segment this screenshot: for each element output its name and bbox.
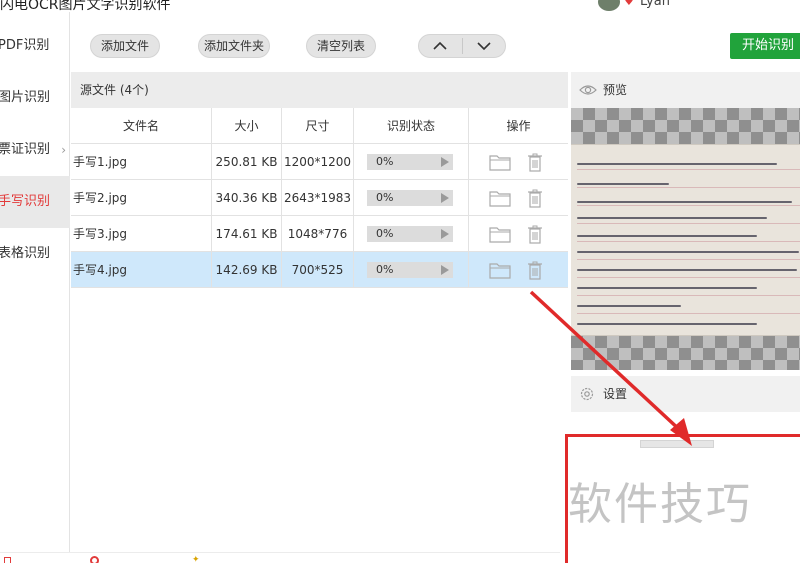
actions-cell [469, 252, 568, 288]
app-title: 闪电OCR图片文字识别软件 [0, 0, 171, 12]
sidebar-item-label: 表格识别 [0, 246, 51, 261]
start-recognition-button[interactable]: 开始识别 [730, 33, 800, 59]
sidebar-item-pdf[interactable]: PDF识别 [0, 20, 70, 72]
trash-icon[interactable] [527, 153, 543, 172]
table-row-selected[interactable]: 手写4.jpg 142.69 KB 700*525 0% [71, 252, 568, 288]
file-size: 174.61 KB [212, 216, 282, 252]
sidebar-item-label: 手写识别 [0, 194, 51, 209]
move-buttons [418, 34, 506, 58]
trash-icon[interactable] [527, 189, 543, 208]
sidebar-item-image[interactable]: 图片识别 [0, 72, 70, 124]
file-dimensions: 700*525 [282, 252, 354, 288]
sidebar-item-table[interactable]: 表格识别 [0, 228, 70, 280]
eye-icon [579, 85, 597, 95]
preview-label: 预览 [603, 83, 628, 97]
actions-cell [469, 180, 568, 216]
status-cell: 0% [354, 144, 469, 180]
file-size: 142.69 KB [212, 252, 282, 288]
file-count-header: 源文件 (4个) [71, 72, 568, 108]
heart-icon: ♥ [624, 0, 634, 8]
status-cell: 0% [354, 252, 469, 288]
play-icon[interactable] [441, 157, 449, 167]
file-name: 手写4.jpg [71, 252, 212, 288]
circle-icon[interactable] [90, 556, 99, 563]
column-header-dimensions: 尺寸 [282, 108, 354, 144]
progress-text: 0% [376, 263, 394, 276]
column-header-actions: 操作 [469, 108, 568, 144]
actions-cell [469, 216, 568, 252]
avatar[interactable] [598, 0, 620, 11]
sidebar-item-label: 图片识别 [0, 90, 51, 105]
handwriting-image [571, 144, 800, 336]
table-row[interactable]: 手写2.jpg 340.36 KB 2643*1983 0% [71, 180, 568, 216]
table-row[interactable]: 手写1.jpg 250.81 KB 1200*1200 0% [71, 144, 568, 180]
file-dimensions: 1048*776 [282, 216, 354, 252]
settings-header[interactable]: 设置 [571, 376, 800, 412]
file-dimensions: 1200*1200 [282, 144, 354, 180]
progress-text: 0% [376, 155, 394, 168]
file-size: 340.36 KB [212, 180, 282, 216]
image-preview [571, 108, 800, 370]
title-bar: 闪电OCR图片文字识别软件 ♥ Lyan [0, 0, 800, 12]
status-cell: 0% [354, 216, 469, 252]
play-icon[interactable] [441, 229, 449, 239]
column-header-status: 识别状态 [354, 108, 469, 144]
gear-icon [580, 387, 594, 401]
preview-header: 预览 [571, 72, 800, 108]
file-name: 手写2.jpg [71, 180, 212, 216]
sidebar: PDF识别 图片识别 票证识别 › 手写识别 表格识别 [0, 12, 70, 552]
chevron-right-icon: › [61, 143, 66, 157]
file-name: 手写1.jpg [71, 144, 212, 180]
chevron-up-icon[interactable] [433, 41, 447, 51]
sidebar-item-handwriting[interactable]: 手写识别 [0, 176, 70, 228]
file-list-panel: 源文件 (4个) 文件名 大小 尺寸 识别状态 操作 手写1.jpg 250.8… [71, 72, 568, 552]
clear-list-button[interactable]: 清空列表 [306, 34, 376, 58]
column-header-name: 文件名 [71, 108, 212, 144]
settings-label: 设置 [603, 387, 628, 401]
folder-icon[interactable] [489, 154, 511, 171]
trash-icon[interactable] [527, 225, 543, 244]
add-file-button[interactable]: 添加文件 [90, 34, 160, 58]
folder-icon[interactable] [489, 262, 511, 279]
progress-bar: 0% [367, 262, 453, 278]
progress-bar: 0% [367, 190, 453, 206]
play-icon[interactable] [441, 265, 449, 275]
sidebar-item-label: 票证识别 [0, 142, 51, 157]
sidebar-item-certificate[interactable]: 票证识别 › [0, 124, 70, 176]
star-icon: ✦ [192, 555, 200, 563]
file-name: 手写3.jpg [71, 216, 212, 252]
status-cell: 0% [354, 180, 469, 216]
progress-bar: 0% [367, 226, 453, 242]
table-row[interactable]: 手写3.jpg 174.61 KB 1048*776 0% [71, 216, 568, 252]
sidebar-item-label: PDF识别 [0, 38, 50, 53]
file-dimensions: 2643*1983 [282, 180, 354, 216]
trash-icon[interactable] [527, 261, 543, 280]
column-header-size: 大小 [212, 108, 282, 144]
progress-text: 0% [376, 191, 394, 204]
username[interactable]: Lyan [640, 0, 670, 9]
watermark-text: 软件技巧 [568, 479, 752, 530]
add-folder-button[interactable]: 添加文件夹 [198, 34, 270, 58]
progress-bar: 0% [367, 154, 453, 170]
folder-icon[interactable] [489, 226, 511, 243]
actions-cell [469, 144, 568, 180]
progress-text: 0% [376, 227, 394, 240]
chevron-down-icon[interactable] [477, 41, 491, 51]
folder-icon[interactable] [489, 190, 511, 207]
checkbox-icon[interactable] [4, 557, 11, 563]
play-icon[interactable] [441, 193, 449, 203]
toolbar: 添加文件 添加文件夹 清空列表 开始识别 [70, 12, 800, 72]
bottom-bar: ✦ [0, 552, 560, 563]
file-size: 250.81 KB [212, 144, 282, 180]
